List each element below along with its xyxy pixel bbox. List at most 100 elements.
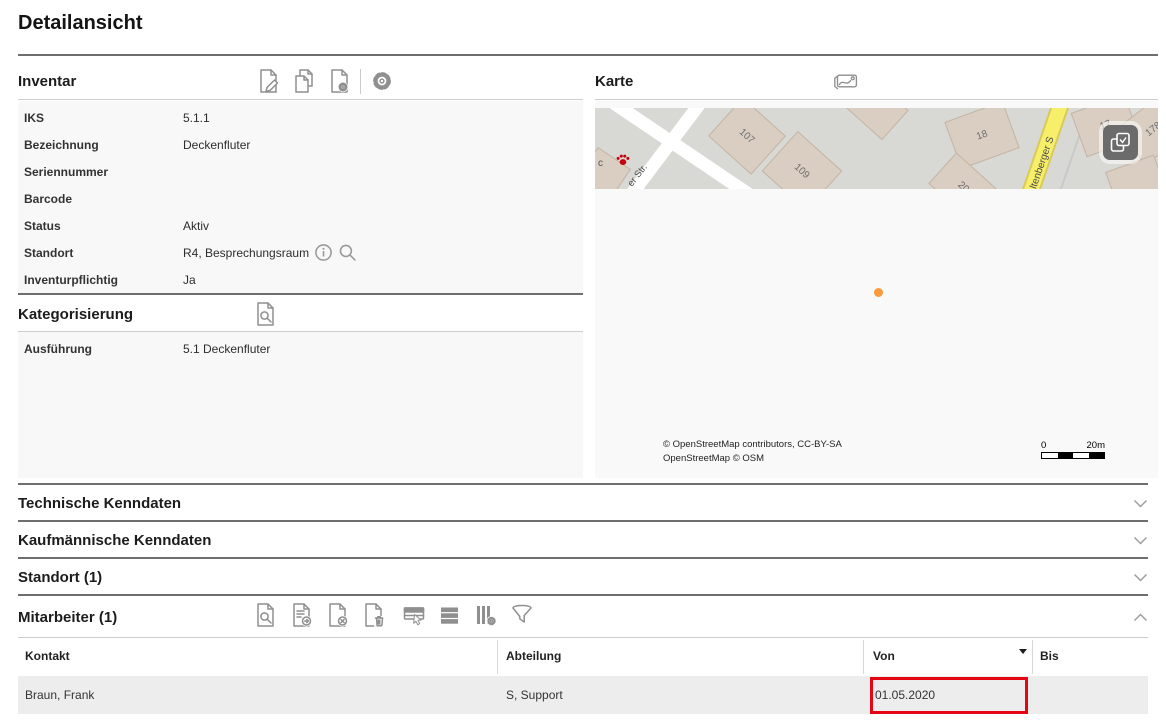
- field-label: Ausführung: [24, 342, 183, 356]
- field-value: Deckenfluter: [183, 138, 250, 152]
- field-value: 5.1 Deckenfluter: [183, 342, 270, 356]
- map-label-fragment: c: [598, 158, 603, 169]
- column-separator: [1032, 640, 1033, 674]
- scale-bar-segments: [1041, 452, 1105, 459]
- field-label: Standort: [24, 246, 183, 260]
- field-value: R4, Besprechungsraum: [183, 246, 309, 260]
- attribution-line2: OpenStreetMap © OSM: [663, 452, 842, 466]
- map-scale-bar: 0 20m: [1041, 441, 1105, 459]
- layers-button[interactable]: [1103, 125, 1138, 160]
- map-canvas[interactable]: c er Str. 107 109 18 20 Altenberger S 17: [595, 101, 1158, 478]
- kategorisierung-header: Kategorisierung: [18, 296, 583, 332]
- karte-header-divider: [595, 99, 1158, 100]
- document-search-icon[interactable]: [252, 300, 279, 329]
- rows-icon[interactable]: [436, 601, 463, 630]
- column-header-kontakt[interactable]: Kontakt: [25, 638, 70, 675]
- table-header: Kontakt Abteilung Von Bis: [18, 638, 1148, 675]
- chevron-down-icon[interactable]: [1133, 536, 1148, 545]
- map-image-icon[interactable]: [833, 67, 860, 96]
- document-assign-icon[interactable]: [288, 601, 315, 630]
- section-mitarbeiter[interactable]: Mitarbeiter (1): [18, 597, 1148, 637]
- document-remove-icon[interactable]: [324, 601, 351, 630]
- karte-toolbar: [833, 63, 860, 99]
- column-header-bis[interactable]: Bis: [1040, 638, 1059, 675]
- toolbar-separator: [360, 69, 361, 94]
- building-number: 178: [1144, 120, 1158, 139]
- kategorisierung-toolbar: [252, 296, 279, 332]
- kategorisierung-fields: Ausführung 5.1 Deckenfluter: [18, 332, 583, 478]
- karte-header: Karte: [595, 63, 1158, 99]
- column-header-von[interactable]: Von: [873, 638, 895, 675]
- field-row-standort: Standort R4, Besprechungsraum: [18, 239, 583, 266]
- field-label: Inventurpflichtig: [24, 273, 183, 287]
- section-divider: [18, 594, 1148, 596]
- field-row-iks: IKS 5.1.1: [18, 104, 583, 131]
- field-row-status: Status Aktiv: [18, 212, 583, 239]
- settings-icon[interactable]: [369, 67, 396, 96]
- map-tile-strip: c er Str. 107 109 18 20 Altenberger S 17: [595, 108, 1158, 189]
- building-number: 18: [975, 128, 989, 142]
- section-divider: [18, 483, 1148, 485]
- title-divider: [18, 54, 1158, 56]
- document-search-icon[interactable]: [252, 601, 279, 630]
- cell-kontakt: Braun, Frank: [25, 676, 94, 714]
- sort-descending-icon[interactable]: [1019, 649, 1027, 654]
- building-number: 109: [792, 161, 812, 180]
- field-row-bezeichnung: Bezeichnung Deckenfluter: [18, 131, 583, 158]
- section-divider: [18, 293, 583, 295]
- map-building: [843, 108, 908, 140]
- column-separator: [497, 640, 498, 674]
- detail-view-page: Detailansicht Inventar IKS 5.1.1 B: [0, 0, 1166, 724]
- edit-icon[interactable]: [255, 67, 282, 96]
- field-value: Aktiv: [183, 219, 209, 233]
- field-label: Status: [24, 219, 183, 233]
- section-divider: [18, 557, 1148, 559]
- document-delete-icon[interactable]: [360, 601, 387, 630]
- scale-start-label: 0: [1041, 441, 1046, 451]
- field-label: Seriennummer: [24, 165, 183, 179]
- inventar-fields: IKS 5.1.1 Bezeichnung Deckenfluter Serie…: [18, 101, 583, 293]
- field-label: Barcode: [24, 192, 183, 206]
- column-header-abteilung[interactable]: Abteilung: [506, 638, 561, 675]
- cell-abteilung: S, Support: [506, 676, 563, 714]
- field-row-barcode: Barcode: [18, 185, 583, 212]
- copy-icon[interactable]: [290, 67, 317, 96]
- building-number: 107: [737, 126, 757, 145]
- field-row-seriennummer: Seriennummer: [18, 158, 583, 185]
- info-icon[interactable]: [314, 243, 333, 262]
- section-label: Kaufmännische Kenndaten: [18, 532, 211, 549]
- field-row-inventurpflichtig: Inventurpflichtig Ja: [18, 266, 583, 293]
- inventar-header: Inventar: [18, 63, 583, 99]
- section-standort[interactable]: Standort (1): [18, 560, 1148, 594]
- section-kaufmaennische-kenndaten[interactable]: Kaufmännische Kenndaten: [18, 523, 1148, 557]
- field-label: Bezeichnung: [24, 138, 183, 152]
- page-title: Detailansicht: [18, 12, 142, 35]
- search-icon[interactable]: [338, 243, 357, 262]
- field-value: Ja: [183, 273, 196, 287]
- paw-marker-icon: [616, 153, 630, 171]
- filter-icon[interactable]: [508, 601, 535, 630]
- document-settings-icon[interactable]: [325, 67, 352, 96]
- attribution-line1: © OpenStreetMap contributors, CC-BY-SA: [663, 438, 842, 452]
- karte-title: Karte: [595, 73, 633, 90]
- column-separator: [863, 640, 864, 674]
- map-attribution: © OpenStreetMap contributors, CC-BY-SA O…: [663, 438, 842, 466]
- table-row[interactable]: Braun, Frank S, Support 01.05.2020: [18, 676, 1148, 714]
- section-label: Mitarbeiter (1): [18, 609, 117, 626]
- chevron-down-icon[interactable]: [1133, 499, 1148, 508]
- select-row-icon[interactable]: [400, 601, 427, 630]
- chevron-down-icon[interactable]: [1133, 573, 1148, 582]
- field-row-ausfuehrung: Ausführung 5.1 Deckenfluter: [18, 335, 583, 362]
- kategorisierung-title: Kategorisierung: [18, 306, 133, 323]
- section-divider: [18, 520, 1148, 522]
- scale-end-label: 20m: [1087, 441, 1105, 451]
- field-value: 5.1.1: [183, 111, 210, 125]
- inventar-title: Inventar: [18, 73, 76, 90]
- mitarbeiter-toolbar: [252, 597, 535, 633]
- cell-von: 01.05.2020: [875, 676, 935, 714]
- location-marker: [874, 288, 883, 297]
- field-label: IKS: [24, 111, 183, 125]
- column-settings-icon[interactable]: [472, 601, 499, 630]
- chevron-up-icon[interactable]: [1133, 613, 1148, 622]
- section-technische-kenndaten[interactable]: Technische Kenndaten: [18, 486, 1148, 520]
